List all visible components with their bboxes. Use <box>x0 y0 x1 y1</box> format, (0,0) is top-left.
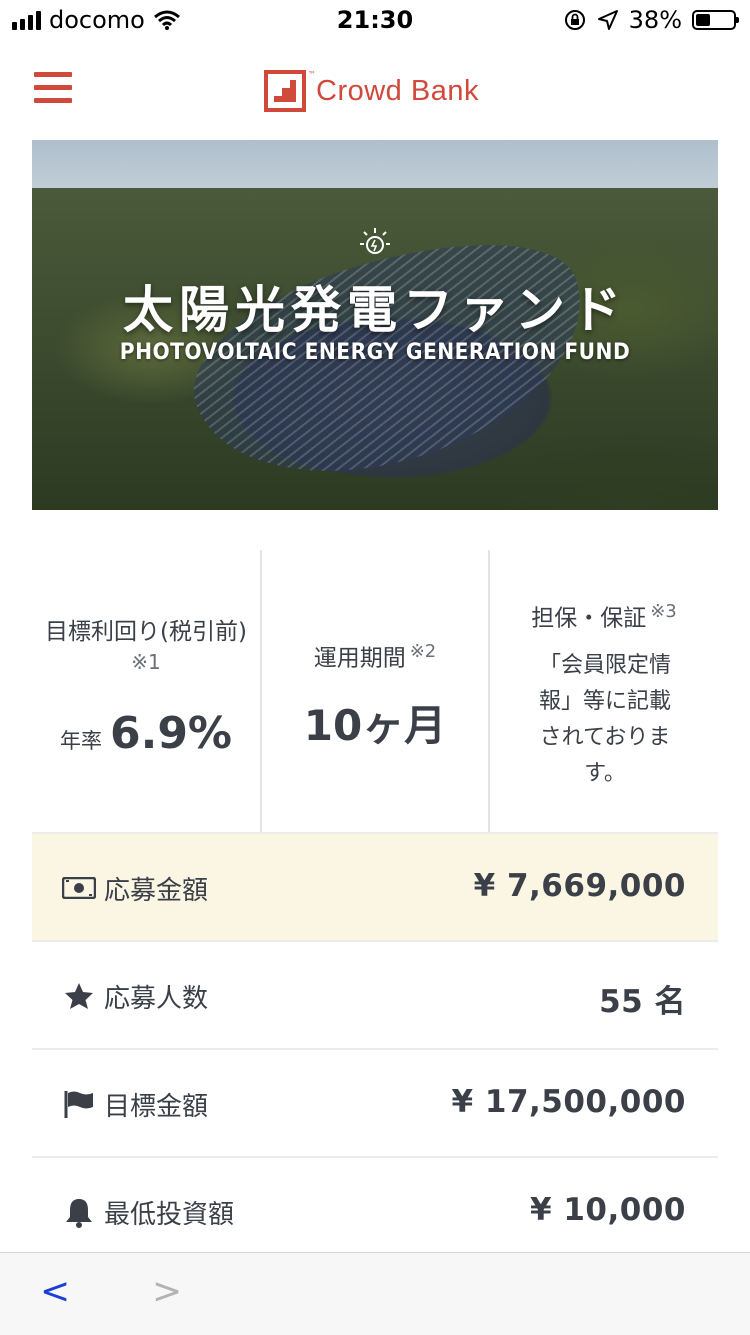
brand-name: Crowd Bank <box>316 74 479 107</box>
location-arrow-icon <box>597 10 618 30</box>
rate-value: 6.9% <box>109 708 233 759</box>
target-yield-note: ※1 <box>131 650 161 674</box>
hero-subtitle: PHOTOVOLTAIC ENERGY GENERATION FUND <box>119 340 631 365</box>
guarantee-description: 「会員限定情報」等に記載されております。 <box>538 653 671 786</box>
bell-icon <box>62 1196 96 1228</box>
back-button[interactable]: < <box>40 1271 70 1312</box>
list-item-applied-amount: 応募金額 ¥ 7,669,000 <box>32 832 718 940</box>
period-note: ※2 <box>409 641 437 662</box>
brand-trademark: ™ <box>308 70 316 79</box>
hamburger-icon[interactable] <box>34 72 72 106</box>
row-label: 応募人数 <box>104 984 209 1014</box>
rate-prefix: 年率 <box>59 729 102 753</box>
row-value: ¥ 10,000 <box>530 1192 686 1228</box>
period-value: 10ヶ月 <box>303 701 447 750</box>
star-icon <box>62 980 96 1012</box>
guarantee-label-wrap: 担保・保証 ※3 <box>490 596 718 635</box>
hero-title: 太陽光発電ファンド <box>123 281 627 339</box>
orientation-lock-icon <box>564 10 585 30</box>
forward-button[interactable]: > <box>152 1271 182 1312</box>
row-value: ¥ 7,669,000 <box>473 868 686 904</box>
app-header: Crowd Bank ™ <box>0 56 750 132</box>
row-value: ¥ 17,500,000 <box>451 1084 686 1120</box>
list-item-minimum-investment: 最低投資額 ¥ 10,000 <box>32 1156 718 1264</box>
status-right: 38% <box>563 6 739 34</box>
hero-banner: 太陽光発電ファンド PHOTOVOLTAIC ENERGY GENERATION… <box>32 140 718 510</box>
status-bar: docomo 21:30 38% <box>0 0 750 42</box>
battery-icon <box>692 10 739 30</box>
target-yield-label: 目標利回り(税引前) <box>45 619 247 645</box>
period-label: 運用期間 <box>313 645 406 672</box>
flag-icon <box>62 1088 96 1120</box>
list-item-applicants: 応募人数 55 名 <box>32 940 718 1048</box>
brand-logo[interactable]: Crowd Bank <box>264 70 479 112</box>
browser-toolbar: < > <box>0 1252 750 1335</box>
crowd-bank-logo-icon <box>264 70 306 112</box>
guarantee-note: ※3 <box>650 601 677 622</box>
money-icon <box>62 872 96 904</box>
guarantee-column: 担保・保証 ※3 「会員限定情報」等に記載されております。 <box>488 550 718 832</box>
guarantee-label: 担保・保証 <box>531 605 647 632</box>
row-value: 55 名 <box>599 984 686 1020</box>
sun-energy-icon <box>360 228 390 254</box>
target-yield-column: 目標利回り(税引前) ※1 年率 6.9% <box>32 550 260 832</box>
fund-summary: 目標利回り(税引前) ※1 年率 6.9% 運用期間 ※2 10ヶ月 担保・保証 ※3… <box>32 550 718 832</box>
row-label: 目標金額 <box>104 1092 209 1122</box>
battery-percent: 38% <box>628 6 682 34</box>
list-item-target-amount: 目標金額 ¥ 17,500,000 <box>32 1048 718 1156</box>
period-column: 運用期間 ※2 10ヶ月 <box>260 550 488 832</box>
fund-details: 応募金額 ¥ 7,669,000 応募人数 55 名 目標金額 ¥ 17,500… <box>32 832 718 1264</box>
target-yield-rate: 年率 6.9% <box>32 708 260 759</box>
row-label: 応募金額 <box>104 876 209 906</box>
battery-fill <box>696 14 710 26</box>
row-label: 最低投資額 <box>104 1200 235 1230</box>
period-label-wrap: 運用期間 ※2 <box>262 636 488 675</box>
